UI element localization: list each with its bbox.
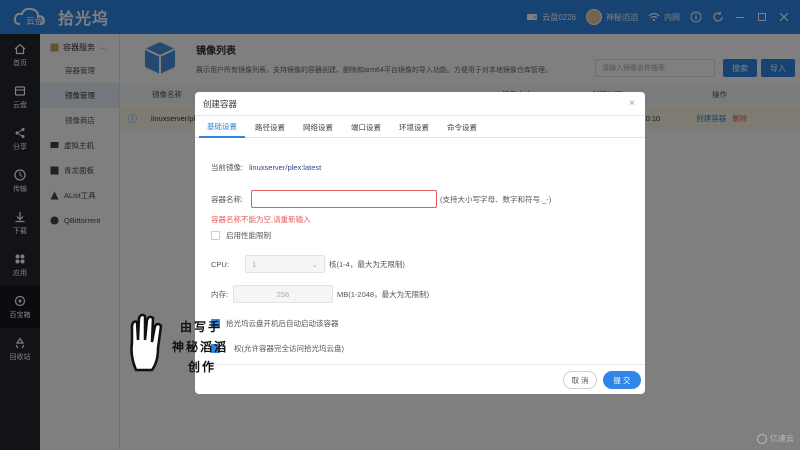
- name-label: 容器名称:: [211, 194, 244, 204]
- current-image-value: linuxserver/plex:latest: [249, 163, 322, 172]
- limit-checkbox[interactable]: [211, 231, 220, 240]
- tab-command[interactable]: 命令设置: [439, 116, 485, 138]
- submit-button[interactable]: 提 交: [603, 371, 641, 389]
- tab-network[interactable]: 网络设置: [295, 116, 341, 138]
- watermark-line-2: 神秘滔滔: [172, 340, 229, 354]
- tab-env[interactable]: 环境设置: [391, 116, 437, 138]
- cpu-unit: 核(1-4，最大为无限制): [329, 259, 405, 269]
- memory-unit: MB(1-2048，最大为无限制): [337, 289, 430, 299]
- dialog-title: 创建容器: [195, 92, 645, 116]
- memory-input[interactable]: 256: [233, 285, 333, 303]
- cpu-select[interactable]: 1 ⌄: [245, 255, 325, 273]
- name-error: 容器名称不能为空,请重新输入: [211, 215, 311, 224]
- cpu-label: CPU:: [211, 259, 229, 269]
- watermark-logo-icon: [757, 433, 767, 444]
- memory-label: 内存:: [211, 289, 229, 299]
- create-container-dialog: 创建容器 × 基础设置 路径设置 网络设置 端口设置 环境设置 命令设置 当前镜…: [195, 92, 645, 394]
- corner-watermark-text: 亿速云: [770, 434, 794, 443]
- container-name-input[interactable]: [251, 190, 437, 208]
- cpu-value: 1: [252, 259, 257, 269]
- author-watermark: 由写手 神秘滔滔 创作: [126, 312, 246, 374]
- dialog-tabs: 基础设置 路径设置 网络设置 端口设置 环境设置 命令设置: [195, 116, 645, 138]
- name-row: 容器名称: (支持大小写字母、数字和符号._-): [211, 190, 551, 208]
- current-image-row: 当前镜像: linuxserver/plex:latest: [211, 162, 321, 173]
- hand-icon: [130, 313, 163, 372]
- current-image-label: 当前镜像:: [211, 163, 244, 172]
- cpu-row: CPU: 1 ⌄ 核(1-4，最大为无限制): [211, 255, 405, 273]
- dialog-footer: 取 消 提 交: [195, 364, 645, 394]
- limit-label: 启用性能限制: [226, 231, 271, 240]
- corner-watermark: 亿速云: [757, 433, 794, 444]
- chevron-down-icon: ⌄: [311, 259, 318, 269]
- watermark-line-1: 由写手: [180, 320, 223, 334]
- name-hint: (支持大小写字母、数字和符号._-): [440, 194, 552, 204]
- limit-row: 启用性能限制: [211, 230, 271, 241]
- tab-port[interactable]: 端口设置: [343, 116, 389, 138]
- watermark-line-3: 创作: [188, 360, 217, 374]
- dialog-close-icon[interactable]: ×: [629, 98, 635, 109]
- cancel-button[interactable]: 取 消: [563, 371, 597, 389]
- tab-basic[interactable]: 基础设置: [199, 116, 245, 138]
- tab-path[interactable]: 路径设置: [247, 116, 293, 138]
- memory-row: 内存: 256 MB(1-2048，最大为无限制): [211, 285, 429, 303]
- privilege-label: 权(允许容器完全访问拾光坞云盘): [234, 344, 344, 353]
